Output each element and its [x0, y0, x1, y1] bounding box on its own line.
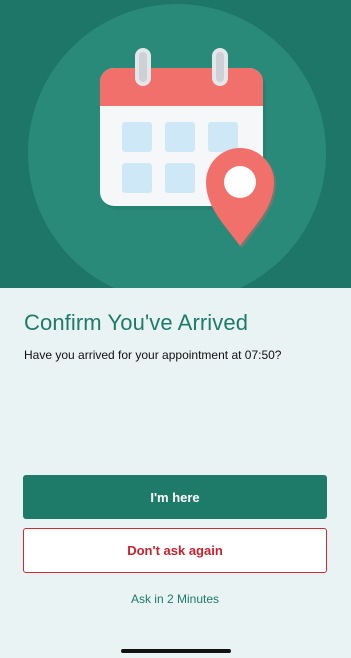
home-indicator[interactable]	[121, 649, 231, 653]
calendar-with-location-pin-icon	[100, 48, 276, 248]
location-pin-icon	[206, 148, 276, 248]
appointment-message: Have you arrived for your appointment at…	[24, 348, 282, 362]
hero-banner	[0, 0, 351, 288]
page-title: Confirm You've Arrived	[24, 310, 249, 335]
dont-ask-again-button[interactable]: Don't ask again	[23, 528, 327, 573]
ask-later-link[interactable]: Ask in 2 Minutes	[23, 592, 327, 606]
im-here-button[interactable]: I'm here	[23, 475, 327, 519]
arrival-panel: Confirm You've Arrived Have you arrived …	[0, 288, 351, 658]
